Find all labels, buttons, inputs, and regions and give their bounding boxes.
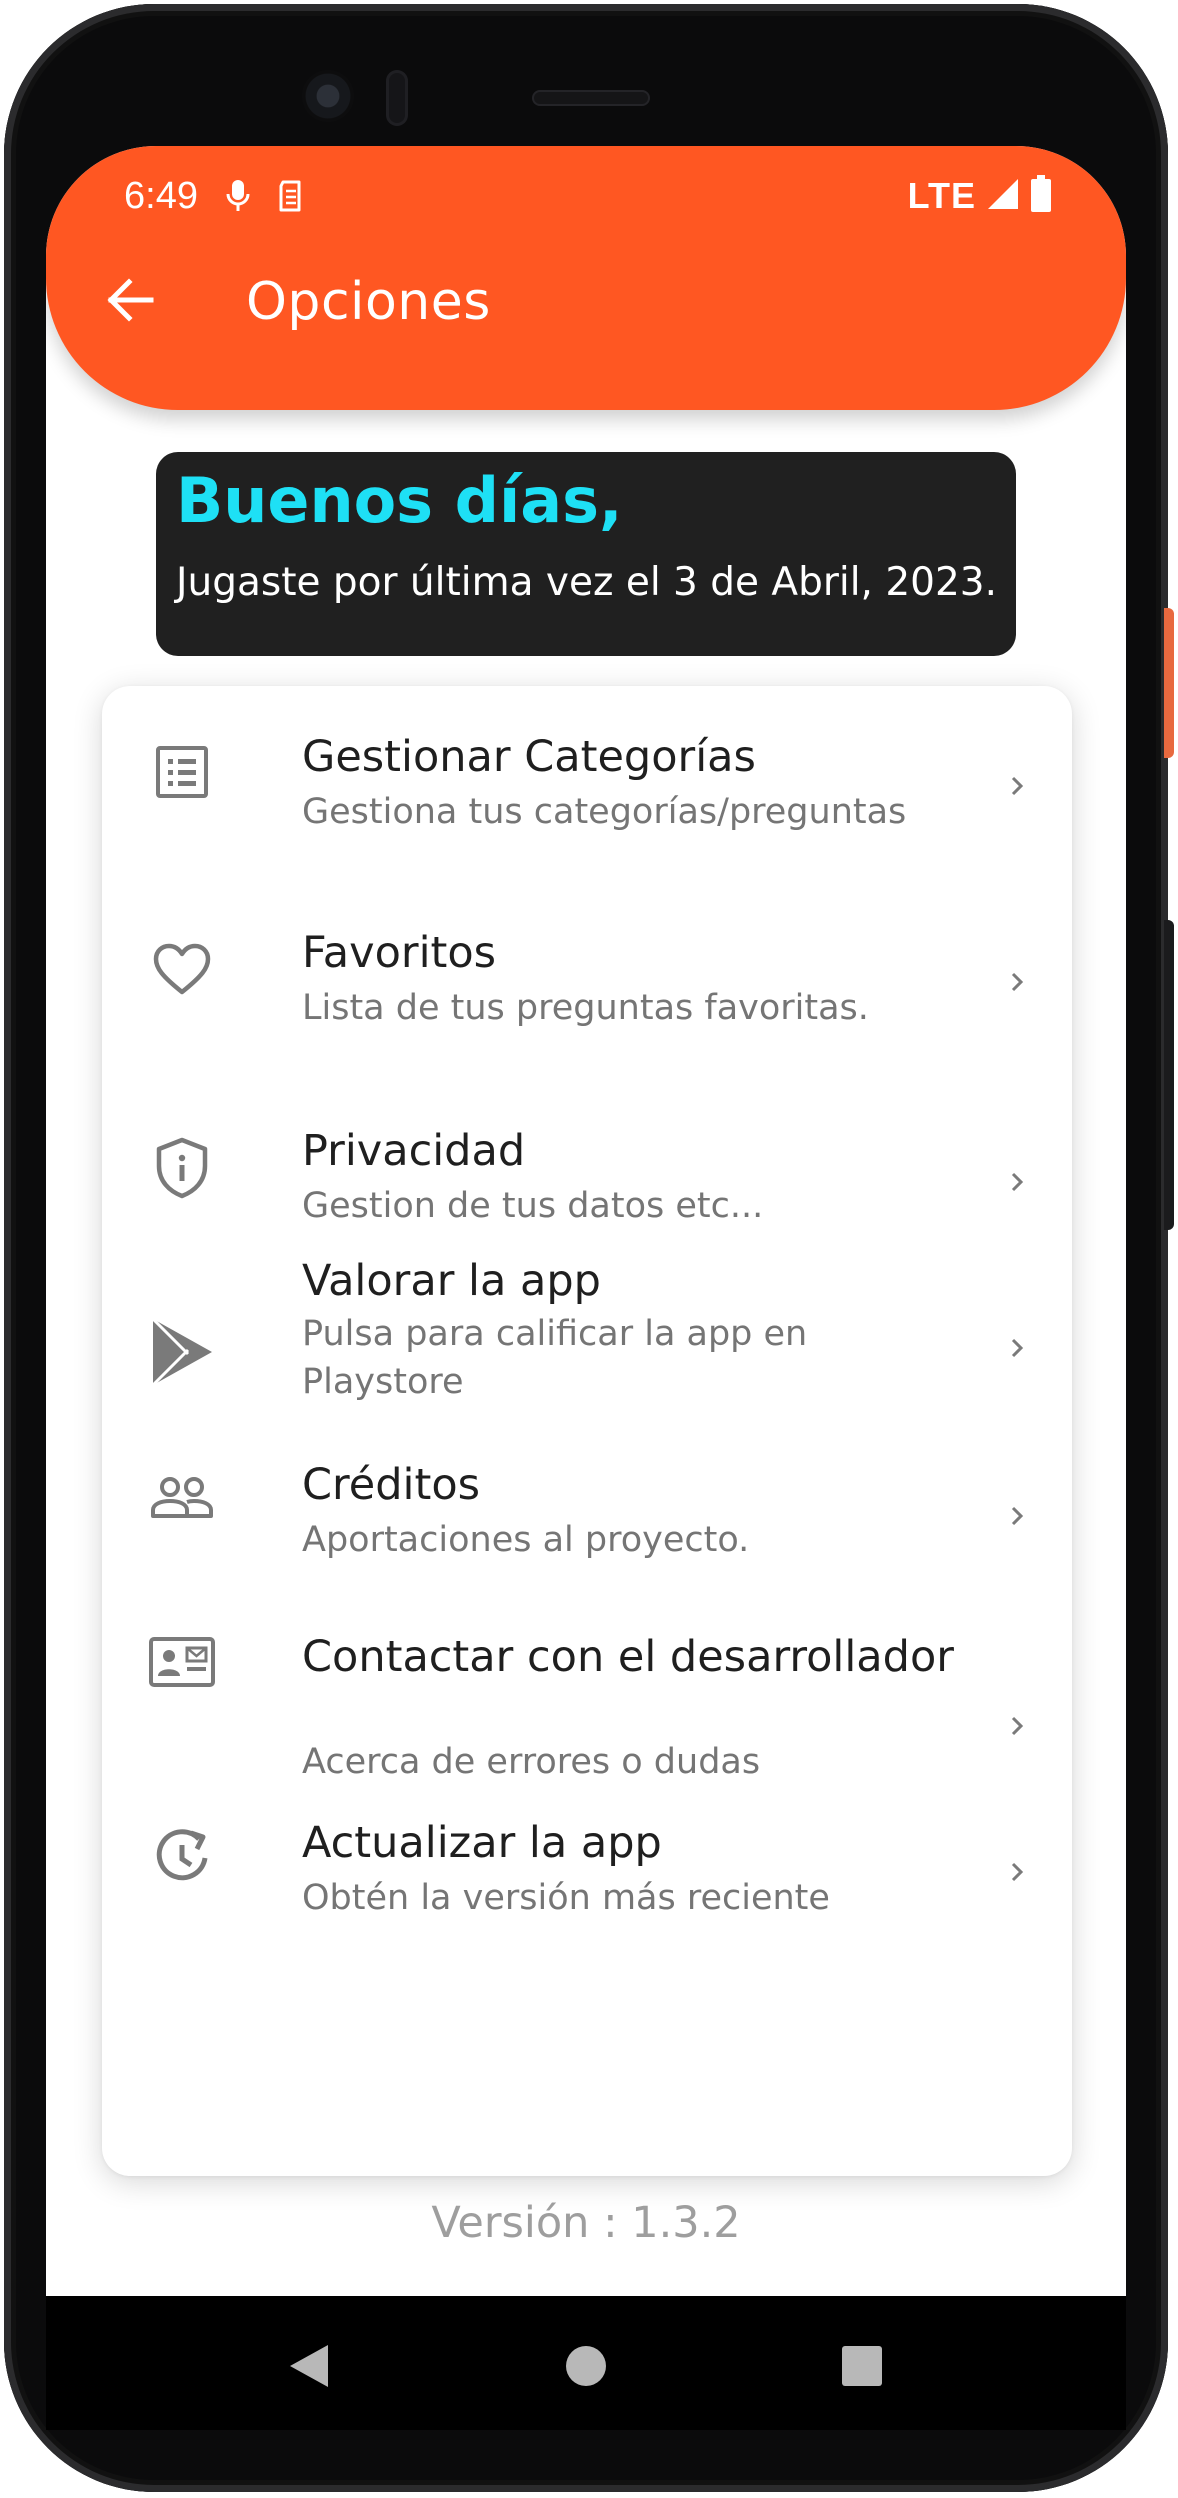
chevron-right-icon [1002, 1706, 1032, 1746]
option-update-app[interactable]: Actualizar la app Obtén la versión más r… [102, 1816, 1072, 1986]
option-subtitle: Acerca de errores o dudas [302, 1742, 761, 1782]
option-title: Contactar con el desarrollador [302, 1632, 954, 1682]
option-favorites[interactable]: Favoritos Lista de tus preguntas favorit… [102, 886, 1072, 1084]
option-title: Actualizar la app [302, 1818, 662, 1868]
play-store-icon [142, 1312, 222, 1392]
chevron-right-icon [1002, 962, 1032, 1002]
option-title: Favoritos [302, 928, 497, 978]
status-bar: 6:49 LTE [124, 166, 1052, 226]
sim-icon [278, 179, 304, 213]
option-rate-app[interactable]: Valorar la app Pulsa para calificar la a… [102, 1254, 1072, 1446]
battery-icon [1030, 175, 1052, 217]
front-camera [302, 70, 354, 122]
status-time: 6:49 [124, 174, 198, 217]
nav-recents-button[interactable] [832, 2336, 892, 2396]
arrow-back-icon [107, 278, 154, 322]
option-contact-developer[interactable]: Contactar con el desarrollador Acerca de… [102, 1616, 1072, 1816]
greeting-title: Buenos días, [176, 464, 623, 537]
back-triangle-icon [290, 2345, 328, 2387]
option-title: Gestionar Categorías [302, 732, 756, 782]
list-icon [142, 732, 222, 812]
option-subtitle: Lista de tus preguntas favoritas. [302, 988, 869, 1028]
proximity-sensor [386, 70, 408, 126]
option-subtitle: Gestiona tus categorías/preguntas [302, 792, 907, 832]
contact-card-icon [142, 1622, 222, 1702]
back-button[interactable] [98, 268, 162, 332]
last-played-text: Jugaste por última vez el 3 de Abril, 20… [176, 560, 997, 605]
update-icon [142, 1818, 222, 1898]
earpiece-speaker [532, 90, 650, 106]
option-subtitle: Obtén la versión más reciente [302, 1878, 830, 1918]
people-icon [142, 1458, 222, 1538]
option-privacy[interactable]: Privacidad Gestion de tus datos etc... [102, 1084, 1072, 1254]
chevron-right-icon [1002, 1852, 1032, 1892]
nav-home-button[interactable] [556, 2336, 616, 2396]
chevron-right-icon [1002, 1162, 1032, 1202]
chevron-right-icon [1002, 1328, 1032, 1368]
option-title: Privacidad [302, 1126, 526, 1176]
chevron-right-icon [1002, 766, 1032, 806]
chevron-right-icon [1002, 1496, 1032, 1536]
shield-info-icon [142, 1128, 222, 1208]
mic-icon [226, 179, 250, 213]
nav-back-button[interactable] [280, 2336, 340, 2396]
greeting-card: Buenos días, Jugaste por última vez el 3… [156, 452, 1016, 656]
option-title: Créditos [302, 1460, 481, 1510]
option-subtitle: Pulsa para calificar la app en Playstore [302, 1314, 808, 1402]
option-manage-categories[interactable]: Gestionar Categorías Gestiona tus catego… [102, 686, 1072, 886]
signal-icon [986, 177, 1020, 215]
version-label: Versión : 1.3.2 [431, 2198, 741, 2248]
option-title: Valorar la app [302, 1256, 601, 1306]
option-subtitle: Gestion de tus datos etc... [302, 1186, 764, 1226]
volume-button [1164, 920, 1174, 1230]
screen: 6:49 LTE Opciones Buenos días, Jugaste p… [46, 146, 1126, 2296]
home-circle-icon [566, 2346, 606, 2386]
option-credits[interactable]: Créditos Aportaciones al proyecto. [102, 1446, 1072, 1616]
page-title: Opciones [246, 272, 491, 332]
system-nav-bar [46, 2296, 1126, 2430]
heart-icon [142, 930, 222, 1010]
options-card: Gestionar Categorías Gestiona tus catego… [102, 686, 1072, 2176]
option-subtitle: Aportaciones al proyecto. [302, 1520, 750, 1560]
network-type: LTE [907, 175, 976, 216]
recents-square-icon [842, 2346, 882, 2386]
app-bar: 6:49 LTE Opciones [46, 146, 1126, 410]
power-button [1164, 608, 1174, 758]
status-right: LTE [908, 175, 1052, 217]
